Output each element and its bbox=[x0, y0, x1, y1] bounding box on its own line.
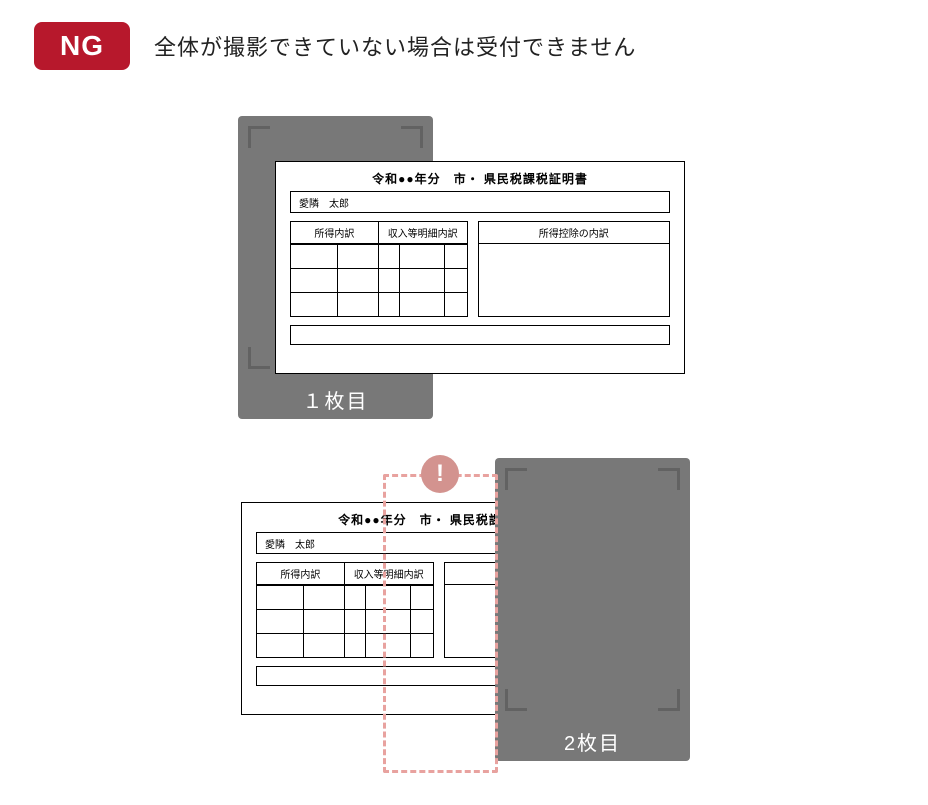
left-table-header-1: 所得内訳 bbox=[257, 563, 345, 584]
left-table-header-2: 収入等明細内訳 bbox=[379, 222, 467, 243]
right-table-header: 所得控除の内訳 bbox=[479, 222, 669, 244]
left-table: 所得内訳 収入等明細内訳 bbox=[290, 221, 468, 317]
phone-label-1: １枚目 bbox=[238, 379, 433, 420]
instruction-title: 全体が撮影できていない場合は受付できません bbox=[154, 30, 636, 62]
viewfinder-corner-icon bbox=[248, 126, 270, 148]
missing-area-outline bbox=[383, 474, 498, 773]
header-row: NG 全体が撮影できていない場合は受付できません bbox=[34, 22, 636, 70]
viewfinder-corner-icon bbox=[505, 468, 527, 490]
viewfinder-corner-icon bbox=[401, 126, 423, 148]
phone-label-2: 2枚目 bbox=[495, 721, 690, 762]
certificate-document-1: 令和●●年分 市・ 県民税課税証明書 愛隣 太郎 所得内訳 収入等明細内訳 bbox=[275, 161, 685, 374]
doc-tables: 所得内訳 収入等明細内訳 所得控除の内訳 bbox=[290, 221, 670, 317]
phone-frame-2: 2枚目 bbox=[495, 458, 690, 761]
doc-title: 令和●●年分 市・ 県民税課税証明書 bbox=[276, 162, 684, 191]
instruction-card: NG 全体が撮影できていない場合は受付できません １枚目 令和●●年分 市・ 県… bbox=[0, 0, 928, 805]
doc-bottom-bar bbox=[290, 325, 670, 345]
ng-badge: NG bbox=[34, 22, 130, 70]
warning-icon: ! bbox=[421, 455, 459, 493]
viewfinder-corner-icon bbox=[248, 347, 270, 369]
doc-body: 愛隣 太郎 所得内訳 収入等明細内訳 所得控除 bbox=[276, 191, 684, 357]
viewfinder-corner-icon bbox=[505, 689, 527, 711]
doc-name-row: 愛隣 太郎 bbox=[290, 191, 670, 213]
viewfinder-corner-icon bbox=[658, 468, 680, 490]
viewfinder-corner-icon bbox=[658, 689, 680, 711]
right-table: 所得控除の内訳 bbox=[478, 221, 670, 317]
left-table-header-1: 所得内訳 bbox=[291, 222, 379, 243]
phone-viewfinder-2 bbox=[495, 458, 690, 721]
